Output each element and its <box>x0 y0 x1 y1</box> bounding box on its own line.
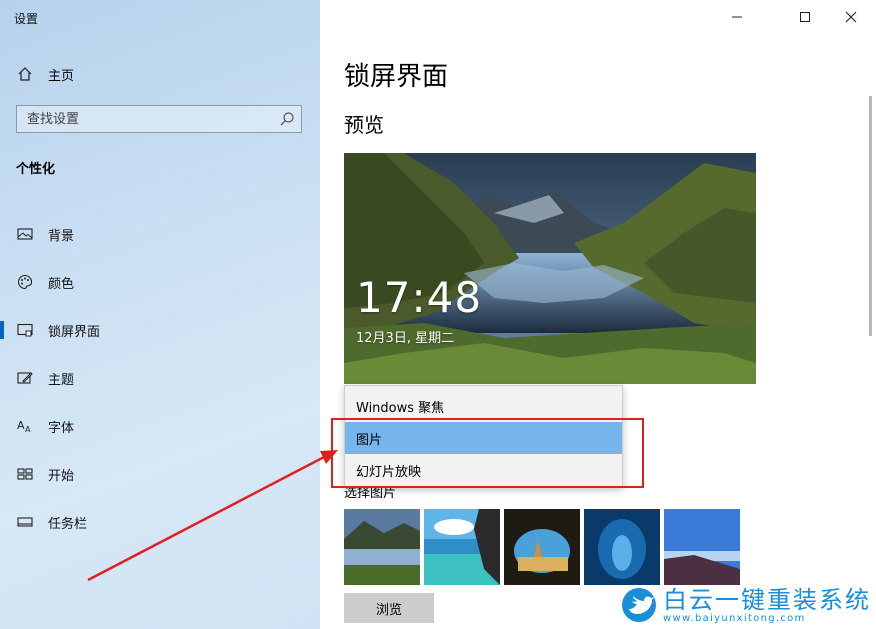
thumbnail-beach-rock[interactable] <box>424 509 500 585</box>
maximize-icon <box>800 12 810 22</box>
preview-heading: 预览 <box>344 113 384 137</box>
search-icon[interactable] <box>279 111 295 127</box>
thumbnail-row <box>344 509 744 585</box>
sidebar-item-themes[interactable]: 主题 <box>0 354 320 402</box>
sidebar-item-label: 背景 <box>48 228 75 244</box>
window-title: 设置 <box>14 12 39 26</box>
sidebar-item-home[interactable]: 主页 <box>16 63 74 85</box>
svg-text:A: A <box>17 419 25 432</box>
sidebar-nav: 背景 颜色 锁屏界面 主题 AA 字体 开始 任务栏 <box>0 210 320 546</box>
content-pane: 锁屏界面 预览 17:48 12月3日, 星期二 选择图片 浏览 <box>320 0 876 629</box>
sidebar-item-label: 任务栏 <box>48 516 88 532</box>
search-box <box>16 105 302 133</box>
annotation-highlight-box <box>331 418 644 488</box>
theme-icon <box>16 369 34 387</box>
sidebar-item-background[interactable]: 背景 <box>0 210 320 258</box>
lockscreen-preview: 17:48 12月3日, 星期二 <box>344 153 756 384</box>
sidebar-item-label: 锁屏界面 <box>48 324 101 340</box>
sidebar-item-taskbar[interactable]: 任务栏 <box>0 498 320 546</box>
palette-icon <box>16 273 34 291</box>
sidebar-item-label: 字体 <box>48 420 75 436</box>
watermark-url: www.baiyunxitong.com <box>663 612 806 624</box>
sidebar-item-start[interactable]: 开始 <box>0 450 320 498</box>
section-header: 个性化 <box>16 162 56 177</box>
maximize-button[interactable] <box>782 0 828 34</box>
watermark-name: 白云一键重装系统 <box>663 585 871 614</box>
svg-text:A: A <box>25 425 31 434</box>
active-indicator <box>0 321 4 339</box>
home-icon <box>16 65 34 83</box>
preview-time: 17:48 <box>356 273 483 322</box>
close-icon <box>845 11 857 23</box>
sidebar-item-label: 开始 <box>48 468 75 484</box>
lockscreen-icon <box>16 321 34 339</box>
thumbnail-sea-cave[interactable] <box>504 509 580 585</box>
sidebar-item-label: 主页 <box>48 68 75 84</box>
preview-image <box>344 153 756 384</box>
sidebar: 设置 主页 个性化 背景 颜色 锁 <box>0 0 320 629</box>
close-button[interactable] <box>828 0 874 34</box>
sidebar-item-label: 颜色 <box>48 276 75 292</box>
sidebar-item-lockscreen[interactable]: 锁屏界面 <box>0 306 320 354</box>
thumbnail-lake-mountains[interactable] <box>344 509 420 585</box>
sidebar-item-fonts[interactable]: AA 字体 <box>0 402 320 450</box>
minimize-icon <box>732 16 742 18</box>
taskbar-icon <box>16 513 34 531</box>
scrollbar[interactable] <box>869 96 872 336</box>
thumbnail-ice-cave[interactable] <box>584 509 660 585</box>
page-title: 锁屏界面 <box>344 62 449 92</box>
search-input[interactable] <box>17 106 277 132</box>
preview-date: 12月3日, 星期二 <box>356 331 455 346</box>
browse-button[interactable]: 浏览 <box>344 593 434 623</box>
sidebar-item-label: 主题 <box>48 372 75 388</box>
sidebar-item-colors[interactable]: 颜色 <box>0 258 320 306</box>
watermark: 白云一键重装系统 www.baiyunxitong.com <box>621 583 871 627</box>
start-icon <box>16 465 34 483</box>
minimize-button[interactable] <box>714 0 760 34</box>
font-icon: AA <box>16 417 34 435</box>
picture-icon <box>16 225 34 243</box>
bird-logo-icon <box>622 588 656 622</box>
thumbnail-night-coast[interactable] <box>664 509 740 585</box>
